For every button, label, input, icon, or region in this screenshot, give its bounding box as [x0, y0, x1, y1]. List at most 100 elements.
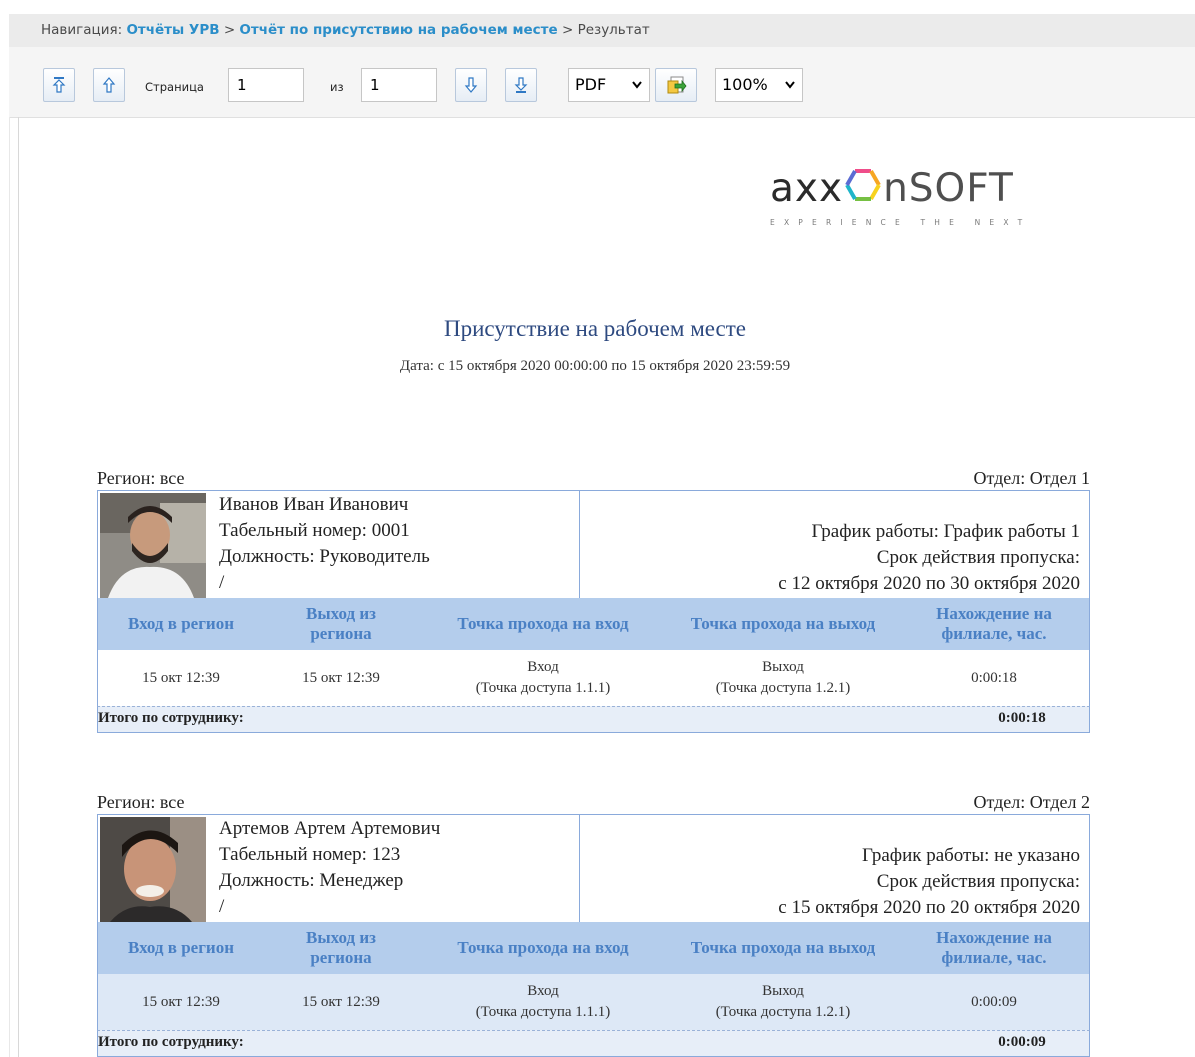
region-label: Регион: все	[97, 792, 185, 812]
pass-validity-period: с 12 октября 2020 по 30 октября 2020	[778, 573, 1080, 594]
entry-point-device: (Точка доступа 1.1.1)	[475, 1004, 611, 1020]
entry-point-device: (Точка доступа 1.1.1)	[475, 680, 611, 696]
report-toolbar: Страница 1 из 1 PDF 100%	[9, 47, 1195, 118]
report-left-edge	[18, 117, 19, 1057]
employee-block: Регион: все Отдел: Отдел 2 Артемов Артем…	[97, 792, 1090, 1057]
export-icon	[667, 76, 687, 94]
report-title: Присутствие на рабочем месте	[443, 316, 746, 341]
employee-number: Табельный номер: 123	[219, 844, 401, 865]
column-header-exit-point: Точка прохода на выход	[690, 614, 876, 633]
arrow-up-icon	[102, 77, 116, 93]
cell-entry-point: Вход (Точка доступа 1.1.1)	[428, 974, 658, 1030]
export-format-value: PDF	[575, 75, 607, 94]
cell-exit-point: Выход (Точка доступа 1.2.1)	[666, 974, 900, 1030]
region-label: Регион: все	[97, 468, 185, 488]
pass-validity-label: Срок действия пропуска:	[876, 547, 1080, 568]
chevron-down-icon	[785, 81, 795, 89]
column-header-exit-point: Точка прохода на выход	[690, 938, 876, 957]
exit-point-device: (Точка доступа 1.2.1)	[715, 680, 851, 696]
exit-point-device: (Точка доступа 1.2.1)	[715, 1004, 851, 1020]
cell-duration: 0:00:18	[971, 669, 1017, 686]
last-page-icon	[514, 77, 528, 93]
exit-point-name: Выход	[762, 983, 804, 999]
total-value: 0:00:09	[998, 1034, 1046, 1050]
total-label: Итого по сотруднику:	[98, 1034, 244, 1050]
first-page-icon	[52, 77, 66, 93]
cell-entry-time: 15 окт 12:39	[142, 993, 220, 1010]
logo-word-part-b: nSOFT	[883, 166, 1014, 211]
department-label: Отдел: Отдел 1	[973, 468, 1090, 488]
column-header-entry: Вход в регион	[127, 614, 235, 633]
breadcrumb-prefix: Навигация:	[41, 22, 123, 38]
table-header: Вход в регион Выход из региона Точка про…	[97, 922, 1090, 974]
breadcrumb-separator: >	[223, 22, 236, 38]
total-value: 0:00:18	[998, 710, 1046, 726]
employee-block: Регион: все Отдел: Отдел 1 Иванов Иван И…	[97, 468, 1090, 733]
pass-validity-period: с 15 октября 2020 по 20 октября 2020	[778, 897, 1080, 918]
employee-position: Должность: Руководитель	[219, 546, 430, 567]
logo-hexagon-icon	[845, 169, 881, 201]
chevron-down-icon	[632, 81, 642, 89]
table-row: 15 окт 12:39 15 окт 12:39 Вход (Точка до…	[97, 650, 1090, 706]
work-schedule: График работы: График работы 1	[811, 521, 1080, 542]
table-header: Вход в регион Выход из региона Точка про…	[97, 598, 1090, 650]
cell-duration: 0:00:09	[971, 993, 1017, 1010]
employee-subdivision: /	[219, 572, 225, 593]
breadcrumb-current: Результат	[577, 22, 650, 38]
next-page-button[interactable]	[455, 68, 487, 102]
total-pages-field: 1	[361, 68, 437, 102]
employee-number: Табельный номер: 0001	[219, 520, 410, 541]
zoom-value: 100%	[722, 75, 768, 94]
entry-point-name: Вход	[527, 983, 559, 999]
column-header-entry-point: Точка прохода на вход	[457, 614, 629, 633]
export-format-select[interactable]: PDF	[568, 68, 650, 102]
column-header-exit: Выход из региона	[306, 604, 376, 643]
employee-name: Иванов Иван Иванович	[219, 494, 409, 515]
cell-entry-time: 15 окт 12:39	[142, 669, 220, 686]
breadcrumb-link-reports[interactable]: Отчёты УРВ	[126, 22, 219, 38]
breadcrumb: Навигация: Отчёты УРВ > Отчёт по присутс…	[9, 14, 1195, 47]
arrow-down-icon	[464, 77, 478, 93]
last-page-button[interactable]	[505, 68, 537, 102]
employee-total-row: Итого по сотруднику: 0:00:09	[97, 1030, 1090, 1057]
column-header-entry-point: Точка прохода на вход	[457, 938, 629, 957]
employee-photo	[100, 817, 206, 922]
logo-word-part-a: axx	[770, 166, 844, 211]
column-header-entry: Вход в регион	[127, 938, 235, 957]
employee-subdivision: /	[219, 896, 225, 917]
department-label: Отдел: Отдел 2	[973, 792, 1090, 812]
zoom-select[interactable]: 100%	[715, 68, 803, 102]
entry-point-name: Вход	[527, 659, 559, 675]
cell-exit-point: Выход (Точка доступа 1.2.1)	[666, 650, 900, 706]
column-header-duration: Нахождение на филиале, час.	[936, 928, 1052, 967]
of-label: из	[330, 80, 344, 94]
column-header-exit: Выход из региона	[306, 928, 376, 967]
employee-photo	[100, 493, 206, 598]
breadcrumb-link-attendance-report[interactable]: Отчёт по присутствию на рабочем месте	[239, 22, 557, 38]
column-header-duration: Нахождение на филиале, час.	[936, 604, 1052, 643]
previous-page-button[interactable]	[93, 68, 125, 102]
page-number-input[interactable]: 1	[228, 68, 304, 102]
cell-entry-point: Вход (Точка доступа 1.1.1)	[428, 650, 658, 706]
table-row: 15 окт 12:39 15 окт 12:39 Вход (Точка до…	[97, 974, 1090, 1030]
total-label: Итого по сотруднику:	[98, 710, 244, 726]
first-page-button[interactable]	[43, 68, 75, 102]
page-label: Страница	[145, 80, 204, 94]
work-schedule: График работы: не указано	[862, 845, 1080, 866]
export-button[interactable]	[655, 68, 697, 102]
report-date-range: Дата: с 15 октября 2020 00:00:00 по 15 о…	[399, 358, 791, 374]
employee-card: Артемов Артем Артемович Табельный номер:…	[97, 814, 1090, 923]
employee-position: Должность: Менеджер	[219, 870, 404, 891]
left-border	[9, 117, 10, 1057]
cell-exit-time: 15 окт 12:39	[302, 669, 380, 686]
employee-name: Артемов Артем Артемович	[219, 818, 441, 839]
company-logo: axx nSOFT EXPERIENCE THE NEXT	[770, 166, 1070, 236]
exit-point-name: Выход	[762, 659, 804, 675]
logo-tagline: EXPERIENCE THE NEXT	[770, 218, 1032, 227]
breadcrumb-separator: >	[561, 22, 574, 38]
employee-total-row: Итого по сотруднику: 0:00:18	[97, 706, 1090, 733]
cell-exit-time: 15 окт 12:39	[302, 993, 380, 1010]
employee-card: Иванов Иван Иванович Табельный номер: 00…	[97, 490, 1090, 599]
logo-wordmark: axx nSOFT	[770, 166, 1014, 211]
pass-validity-label: Срок действия пропуска:	[876, 871, 1080, 892]
